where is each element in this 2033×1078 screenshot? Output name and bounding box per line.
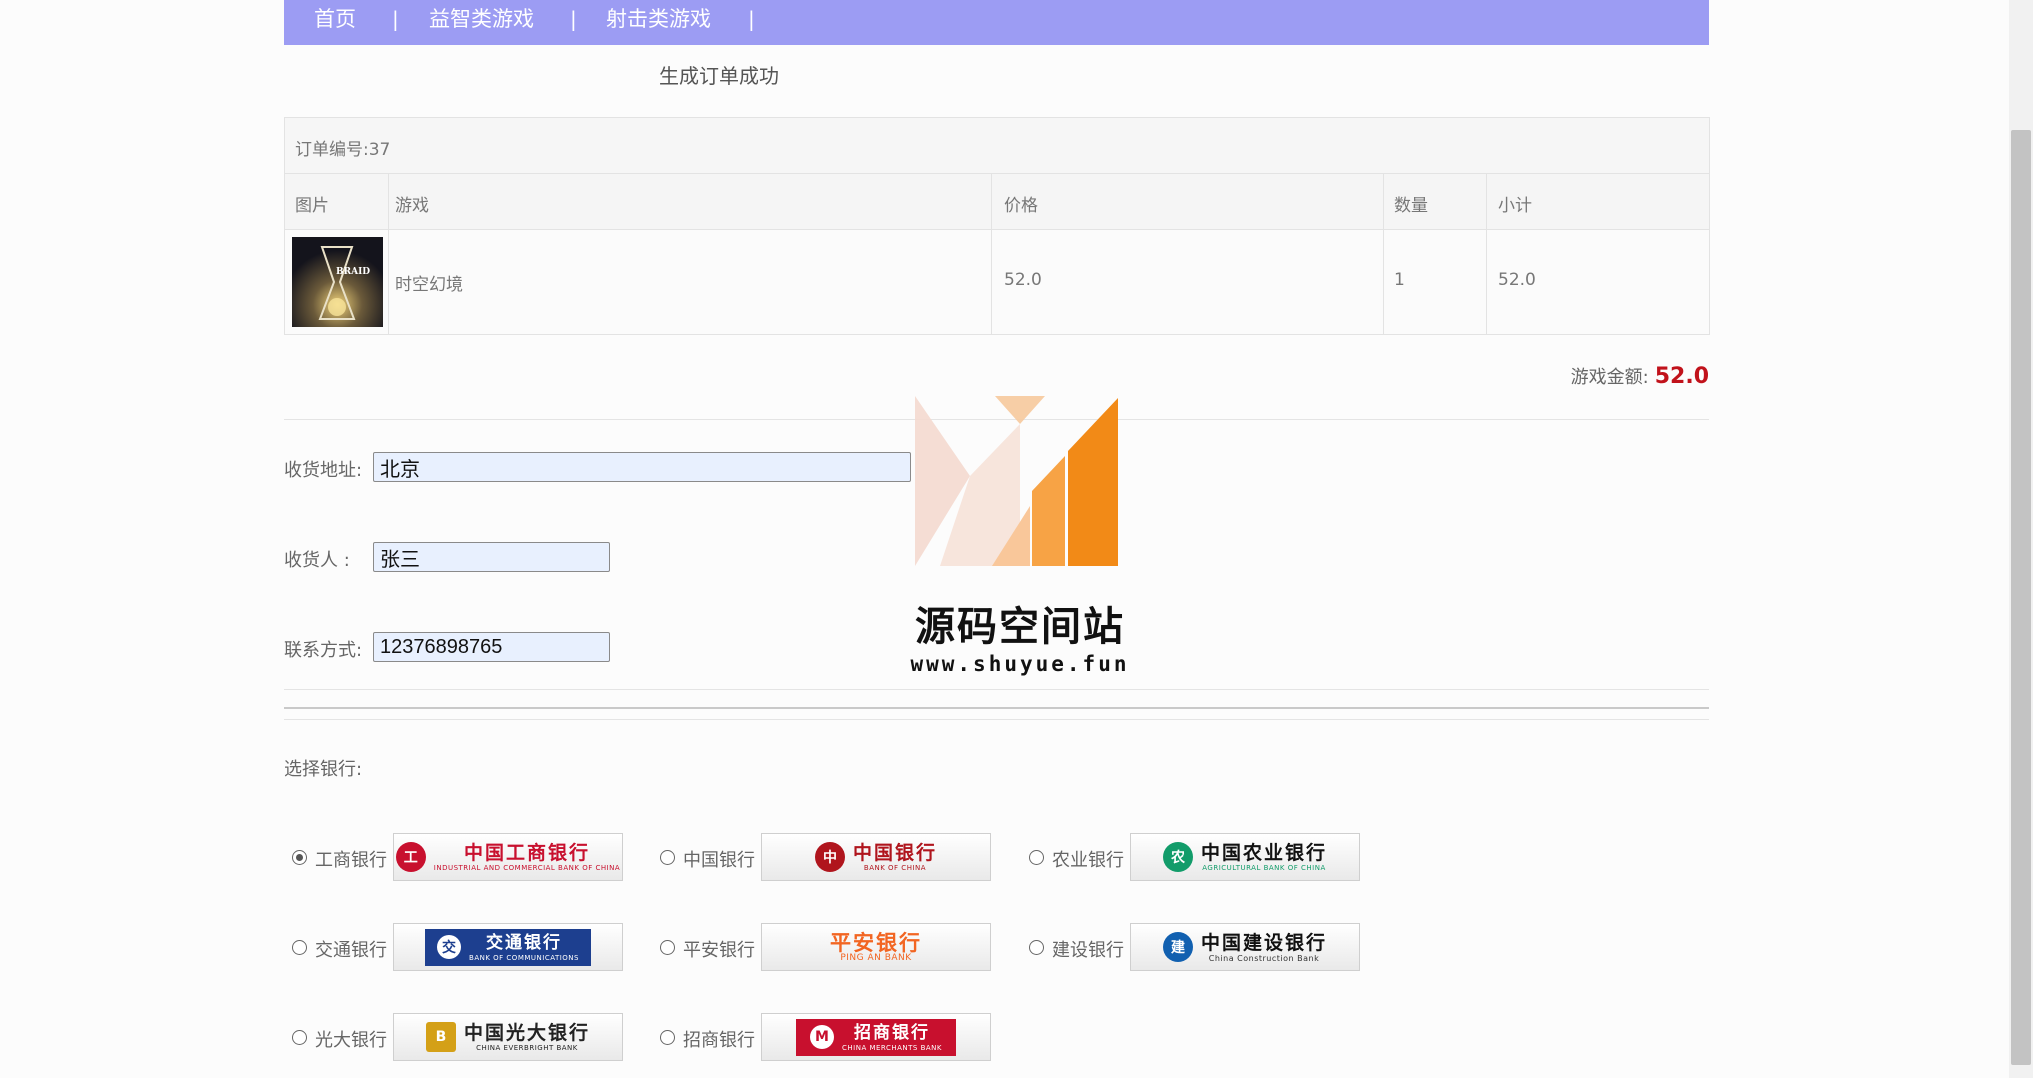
receiver-label: 收货人 : <box>284 550 350 571</box>
bank-radio-abc[interactable] <box>1029 850 1044 865</box>
address-label: 收货地址: <box>284 460 363 481</box>
bank-label: 农业银行 <box>1052 850 1124 871</box>
divider <box>284 707 1709 709</box>
bank-radio-boc[interactable] <box>660 850 675 865</box>
bank-select-title: 选择银行: <box>284 759 363 780</box>
ccb-logo[interactable]: 建 中国建设银行 China Construction Bank <box>1130 923 1360 971</box>
logo-text: 平安银行 <box>830 930 922 955</box>
abc-icon: 农 <box>1162 842 1193 872</box>
nav-shooting-games-link[interactable]: 射击类游戏 <box>606 5 711 33</box>
column-header-quantity: 数量 <box>1394 196 1428 216</box>
column-header-game: 游戏 <box>395 196 429 216</box>
abc-logo[interactable]: 农 中国农业银行 AGRICULTURAL BANK OF CHINA <box>1130 833 1360 881</box>
column-header-image: 图片 <box>295 196 329 216</box>
logo-text: 中国工商银行 <box>463 841 590 864</box>
bank-radio-pingan[interactable] <box>660 940 675 955</box>
bank-radio-ceb[interactable] <box>292 1030 307 1045</box>
order-success-message: 生成订单成功 <box>659 64 779 88</box>
watermark-logo-icon <box>915 396 1118 566</box>
logo-text: 招商银行 <box>853 1022 930 1043</box>
column-header-price: 价格 <box>1004 196 1038 216</box>
bank-label: 招商银行 <box>683 1030 755 1051</box>
bank-option-bocom[interactable]: 交通银行 交 交通银行 BANK OF COMMUNICATIONS <box>284 923 624 973</box>
bank-radio-cmb[interactable] <box>660 1030 675 1045</box>
ccb-icon: 建 <box>1162 932 1193 962</box>
logo-text: 中国建设银行 <box>1200 931 1327 954</box>
table-row: BRAID 时空幻境 52.0 1 52.0 <box>285 230 1709 334</box>
cmb-icon: M <box>810 1025 834 1049</box>
watermark-title: 源码空间站 <box>915 604 1125 650</box>
order-number: 订单编号:37 <box>295 140 391 160</box>
game-subtotal: 52.0 <box>1498 270 1536 290</box>
bank-option-ceb[interactable]: 光大银行 B 中国光大银行 CHINA EVERBRIGHT BANK <box>284 1013 624 1063</box>
phone-input[interactable] <box>373 632 610 662</box>
game-price: 52.0 <box>1004 270 1042 290</box>
logo-text: 交通银行 <box>486 932 562 953</box>
bank-radio-bocom[interactable] <box>292 940 307 955</box>
bank-label: 工商银行 <box>315 850 387 871</box>
nav-separator: | <box>392 7 399 31</box>
bank-radio-ccb[interactable] <box>1029 940 1044 955</box>
bank-option-cmb[interactable]: 招商银行 M 招商银行 CHINA MERCHANTS BANK <box>652 1013 992 1063</box>
bocom-logo[interactable]: 交 交通银行 BANK OF COMMUNICATIONS <box>393 923 623 971</box>
receiver-input[interactable] <box>373 542 610 572</box>
bank-option-ccb[interactable]: 建设银行 建 中国建设银行 China Construction Bank <box>1021 923 1361 973</box>
column-header-subtotal: 小计 <box>1498 196 1532 216</box>
divider <box>284 689 1709 690</box>
thumbnail-caption: BRAID <box>336 267 371 277</box>
bank-option-boc[interactable]: 中国银行 中 中国银行 BANK OF CHINA <box>652 833 992 883</box>
bank-option-icbc[interactable]: 工商银行 工 中国工商银行 INDUSTRIAL AND COMMERCIAL B… <box>284 833 624 883</box>
cmb-logo[interactable]: M 招商银行 CHINA MERCHANTS BANK <box>761 1013 991 1061</box>
boc-icon: 中 <box>814 842 845 872</box>
bocom-icon: 交 <box>437 935 462 959</box>
address-input[interactable] <box>373 452 911 482</box>
logo-subtext: CHINA MERCHANTS BANK <box>842 1043 942 1052</box>
game-quantity: 1 <box>1394 270 1405 290</box>
total-label: 游戏金额: <box>1570 367 1649 388</box>
order-table: 订单编号:37 图片 游戏 价格 数量 小计 BRAID 时空幻境 52.0 1… <box>284 117 1710 335</box>
ceb-icon: B <box>425 1022 456 1052</box>
bank-label: 交通银行 <box>315 940 387 961</box>
ceb-logo[interactable]: B 中国光大银行 CHINA EVERBRIGHT BANK <box>393 1013 623 1061</box>
total-value: 52.0 <box>1654 364 1709 389</box>
bank-label: 中国银行 <box>683 850 755 871</box>
icbc-icon: 工 <box>395 842 426 872</box>
game-name: 时空幻境 <box>395 275 463 295</box>
bank-label: 平安银行 <box>683 940 755 961</box>
divider <box>284 719 1709 720</box>
icbc-logo[interactable]: 工 中国工商银行 INDUSTRIAL AND COMMERCIAL BANK O… <box>393 833 623 881</box>
logo-subtext: INDUSTRIAL AND COMMERCIAL BANK OF CHINA <box>433 863 621 872</box>
nav-puzzle-games-link[interactable]: 益智类游戏 <box>429 5 534 33</box>
bank-option-pingan[interactable]: 平安银行 平安银行 PING AN BANK <box>652 923 992 973</box>
bank-radio-icbc[interactable] <box>292 850 307 865</box>
bank-label: 光大银行 <box>315 1030 387 1051</box>
logo-subtext: AGRICULTURAL BANK OF CHINA <box>1202 863 1326 872</box>
total-amount: 游戏金额: 52.0 <box>1571 363 1709 389</box>
game-thumbnail[interactable]: BRAID <box>292 237 383 327</box>
pingan-logo[interactable]: 平安银行 PING AN BANK <box>761 923 991 971</box>
scrollbar-thumb[interactable] <box>2011 130 2031 1065</box>
logo-subtext: BANK OF COMMUNICATIONS <box>469 953 579 962</box>
bank-label: 建设银行 <box>1052 940 1124 961</box>
table-header-row: 图片 游戏 价格 数量 小计 <box>285 174 1709 230</box>
logo-text: 中国农业银行 <box>1200 841 1327 864</box>
nav-separator: | <box>748 7 755 31</box>
logo-subtext: PING AN BANK <box>840 952 912 963</box>
nav-separator: | <box>570 7 577 31</box>
logo-text: 中国光大银行 <box>463 1021 590 1044</box>
order-number-row: 订单编号:37 <box>285 118 1709 174</box>
bank-option-abc[interactable]: 农业银行 农 中国农业银行 AGRICULTURAL BANK OF CHINA <box>1021 833 1361 883</box>
phone-label: 联系方式: <box>284 640 363 661</box>
watermark-url: www.shuyue.fun <box>910 652 1130 676</box>
nav-home-link[interactable]: 首页 <box>314 5 356 33</box>
logo-subtext: CHINA EVERBRIGHT BANK <box>476 1043 578 1052</box>
boc-logo[interactable]: 中 中国银行 BANK OF CHINA <box>761 833 991 881</box>
watermark: 源码空间站 www.shuyue.fun <box>900 396 1140 686</box>
top-navbar: 首页 | 益智类游戏 | 射击类游戏 | <box>284 0 1709 45</box>
logo-subtext: BANK OF CHINA <box>863 863 927 872</box>
logo-text: 中国银行 <box>852 841 937 864</box>
logo-subtext: China Construction Bank <box>1208 953 1320 963</box>
